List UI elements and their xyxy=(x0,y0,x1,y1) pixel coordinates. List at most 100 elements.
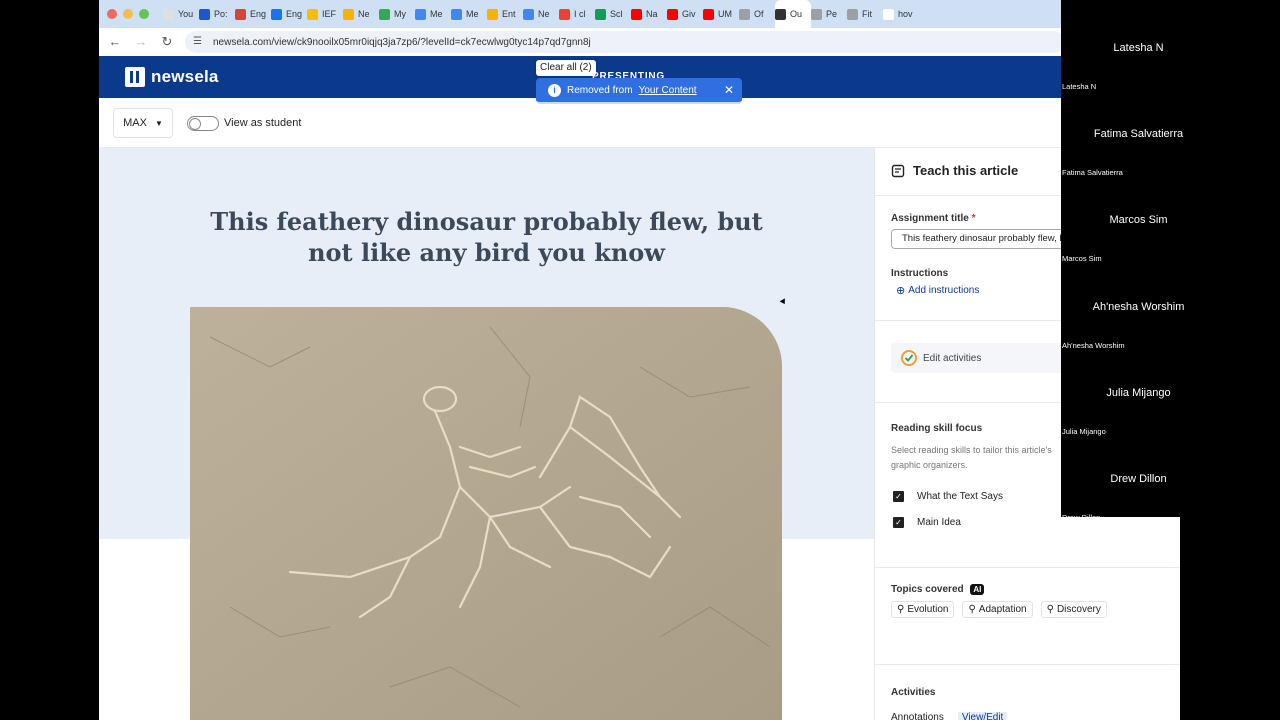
browser-tab[interactable]: Ne xyxy=(523,0,559,28)
browser-tab-label: Eng xyxy=(250,9,267,19)
browser-tab[interactable]: hov xyxy=(883,0,919,28)
participant-name-label: Latesha N xyxy=(1062,82,1097,91)
article-toolbar: MAX ▼ View as student xyxy=(99,98,1180,148)
participant-tile[interactable]: Latesha N Latesha N xyxy=(1061,6,1216,92)
browser-tab-label: Eng xyxy=(286,9,303,19)
browser-tab[interactable]: Me xyxy=(451,0,487,28)
browser-tab-label: Giv xyxy=(682,9,696,19)
browser-tab[interactable]: Po: xyxy=(199,0,235,28)
browser-tab[interactable]: Ent xyxy=(487,0,523,28)
browser-tab[interactable]: UM xyxy=(703,0,739,28)
screen: You Po: Eng Eng IEF Ne My Me Me Ent Ne I cl Scl Na Giv… xyxy=(0,0,1280,720)
browser-tab-label: Po: xyxy=(214,9,228,19)
close-window-button[interactable] xyxy=(107,9,117,19)
participant-tile[interactable]: Ah'nesha Worshim Ah'nesha Worshim xyxy=(1061,265,1216,351)
browser-tab-label: I cl xyxy=(574,9,586,19)
browser-tab-label: My xyxy=(394,9,406,19)
browser-tab-label: Me xyxy=(430,9,443,19)
checkbox-checked-icon[interactable]: ✓ xyxy=(893,517,904,528)
skill-label: What the Text Says xyxy=(917,491,1003,502)
assignment-title-label-text: Assignment title xyxy=(891,213,969,224)
browser-tab[interactable]: Ne xyxy=(343,0,379,28)
tab-favicon-icon xyxy=(523,8,534,20)
clipboard-icon xyxy=(891,164,905,177)
topic-chip-label: Evolution xyxy=(907,604,949,615)
view-as-student-toggle[interactable] xyxy=(187,116,219,131)
fossil-image xyxy=(190,307,782,720)
browser-tab[interactable]: You xyxy=(163,0,199,28)
add-instructions-button[interactable]: ⊕ Add instructions xyxy=(896,284,979,297)
browser-tab[interactable]: Of xyxy=(739,0,775,28)
tab-favicon-icon xyxy=(271,8,282,20)
clear-all-button[interactable]: Clear all (2) xyxy=(536,60,596,76)
edit-activities-label: Edit activities xyxy=(923,352,982,364)
topic-chips: ⚲ Evolution ⚲ Adaptation ⚲ Discovery xyxy=(891,601,1107,618)
tab-favicon-icon xyxy=(379,8,390,20)
tab-favicon-icon xyxy=(703,8,714,20)
browser-tab[interactable]: Giv xyxy=(667,0,703,28)
ai-badge: AI xyxy=(970,584,985,595)
browser-tab-label: Of xyxy=(754,9,764,19)
skill-label: Main Idea xyxy=(917,517,961,528)
browser-tab[interactable]: IEF xyxy=(307,0,343,28)
address-bar[interactable]: ☰ newsela.com/view/ck9nooilx05mr0iqjq3ja… xyxy=(185,31,1065,53)
skill-checkbox-row[interactable]: ✓ What the Text Says xyxy=(893,491,1003,502)
search-icon: ⚲ xyxy=(1046,604,1054,615)
browser-tab-label: Pe xyxy=(826,9,838,19)
back-icon[interactable]: ← xyxy=(107,34,123,50)
search-icon: ⚲ xyxy=(968,604,976,615)
topic-chip[interactable]: ⚲ Evolution xyxy=(891,601,955,618)
tab-favicon-icon xyxy=(883,8,894,20)
browser-tab[interactable]: Me xyxy=(415,0,451,28)
panel-divider xyxy=(875,664,1180,665)
browser-tab[interactable]: Na xyxy=(631,0,667,28)
participant-tile[interactable]: Julia Mijango Julia Mijango xyxy=(1061,351,1216,437)
browser-tab[interactable]: Pe xyxy=(811,0,847,28)
checkbox-checked-icon[interactable]: ✓ xyxy=(893,491,904,502)
instructions-label: Instructions xyxy=(891,268,949,279)
site-settings-icon[interactable]: ☰ xyxy=(193,36,205,48)
tab-strip: You Po: Eng Eng IEF Ne My Me Me Ent Ne I cl Scl Na Giv… xyxy=(99,0,1180,28)
tab-favicon-icon xyxy=(343,8,354,20)
reading-level-select[interactable]: MAX ▼ xyxy=(113,108,173,138)
browser-tab-label: UM xyxy=(718,9,732,19)
panel-header: Teach this article xyxy=(891,163,1018,178)
minimize-window-button[interactable] xyxy=(123,9,133,19)
tab-favicon-icon xyxy=(487,8,498,20)
view-edit-link[interactable]: View/Edit xyxy=(957,712,1008,720)
chevron-down-icon: ▼ xyxy=(154,118,163,128)
participant-tile[interactable]: Marcos Sim Marcos Sim xyxy=(1061,178,1216,264)
search-icon: ⚲ xyxy=(897,604,905,615)
participant-name: Ah'nesha Worshim xyxy=(1092,300,1185,313)
maximize-window-button[interactable] xyxy=(139,9,149,19)
skill-checkbox-row[interactable]: ✓ Main Idea xyxy=(893,517,961,528)
browser-tab[interactable]: Eng xyxy=(271,0,307,28)
participant-name: Marcos Sim xyxy=(1109,214,1168,227)
forward-icon[interactable]: → xyxy=(133,34,149,50)
participant-name: Julia Mijango xyxy=(1106,386,1171,399)
browser-tab-label: Scl xyxy=(610,9,623,19)
participant-name: Fatima Salvatierra xyxy=(1093,128,1184,141)
topic-chip[interactable]: ⚲ Adaptation xyxy=(962,601,1033,618)
participant-tile[interactable]: Drew Dillon Drew Dillon xyxy=(1061,437,1216,523)
tab-favicon-icon xyxy=(595,8,606,20)
browser-tab[interactable]: Scl xyxy=(595,0,631,28)
your-content-link[interactable]: Your Content xyxy=(639,85,697,96)
reload-icon[interactable]: ↻ xyxy=(159,34,175,50)
browser-tab[interactable]: Fit xyxy=(847,0,883,28)
browser-tab[interactable]: My xyxy=(379,0,415,28)
browser-tab[interactable]: Eng xyxy=(235,0,271,28)
topic-chip[interactable]: ⚲ Discovery xyxy=(1040,601,1107,618)
browser-tab[interactable]: Ou xyxy=(775,0,811,28)
tab-favicon-icon xyxy=(811,8,822,20)
activities-check-icon xyxy=(901,350,917,366)
participant-name: Latesha N xyxy=(1113,42,1164,54)
browser-tab-label: Ou xyxy=(790,9,803,19)
required-asterisk: * xyxy=(971,213,976,224)
tab-favicon-icon xyxy=(235,8,246,20)
browser-tab[interactable]: I cl xyxy=(559,0,595,28)
newsela-logo[interactable]: newsela xyxy=(125,67,219,87)
participant-tile[interactable]: Fatima Salvatierra Fatima Salvatierra xyxy=(1061,92,1216,178)
removed-toast: i Removed from Your Content ✕ xyxy=(536,78,742,104)
close-icon[interactable]: ✕ xyxy=(724,83,734,97)
